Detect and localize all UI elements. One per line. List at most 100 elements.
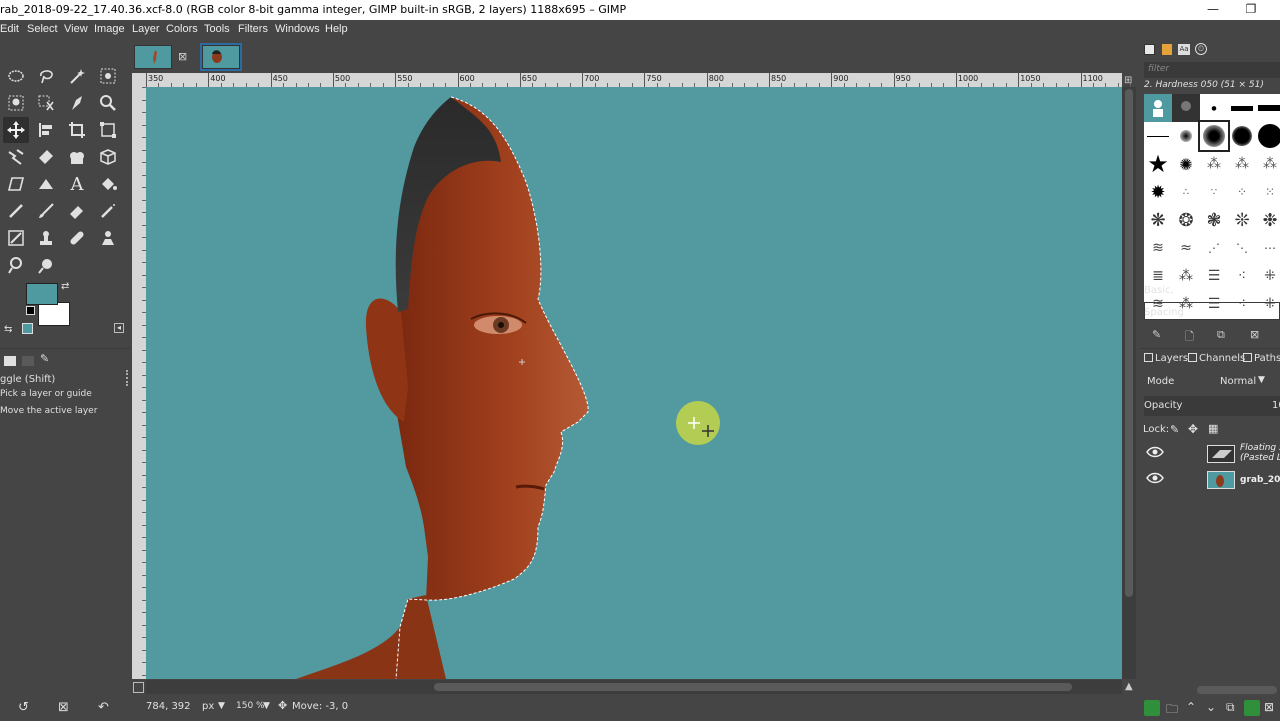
lock-position-icon[interactable]: ✥ xyxy=(1188,422,1198,436)
tab-channels[interactable]: Channels xyxy=(1199,353,1245,364)
text-tool[interactable]: A xyxy=(64,171,90,197)
zoom-fit-icon[interactable]: ▲ xyxy=(1125,681,1133,692)
brush-texture-10[interactable]: ❉ xyxy=(1256,206,1280,234)
mypaint-brush-tool[interactable] xyxy=(3,225,29,251)
lock-pixels-icon[interactable]: ✎ xyxy=(1170,423,1179,436)
brush-clipboard-mask[interactable] xyxy=(1172,94,1200,122)
bucket-fill-tool[interactable] xyxy=(95,171,121,197)
menu-edit[interactable]: Edit xyxy=(0,23,19,35)
fuzzy-select-tool[interactable] xyxy=(64,63,90,89)
shear-tool[interactable] xyxy=(3,171,29,197)
flip-tool[interactable] xyxy=(33,171,59,197)
restore-button[interactable]: ❐ xyxy=(1228,0,1274,20)
delete-brush-icon[interactable]: ⊠ xyxy=(1250,328,1259,341)
perspective-tool[interactable] xyxy=(95,144,121,170)
brush-texture-5[interactable]: ⁙ xyxy=(1256,178,1280,206)
menu-colors[interactable]: Colors xyxy=(166,23,198,35)
horizontal-scroll-thumb[interactable] xyxy=(434,683,1072,691)
resize-handle[interactable] xyxy=(126,370,130,386)
default-colors-icon[interactable] xyxy=(26,306,35,315)
cage-transform-tool[interactable] xyxy=(64,144,90,170)
brush-texture-7[interactable]: ❂ xyxy=(1172,206,1200,234)
layer-row[interactable]: grab_20 xyxy=(1140,468,1280,492)
layer-row[interactable]: Floating S (Pasted L xyxy=(1140,442,1280,466)
brush-hard-large[interactable] xyxy=(1256,122,1280,150)
brush-texture-3[interactable]: ∵ xyxy=(1200,178,1228,206)
duplicate-layer-icon[interactable]: ⧉ xyxy=(1226,700,1235,715)
mode-select[interactable]: Normal xyxy=(1220,376,1256,387)
new-brush-icon[interactable]: 🗋 xyxy=(1185,328,1194,347)
menu-windows[interactable]: Windows xyxy=(275,23,320,35)
opacity-slider[interactable]: Opacity 10 xyxy=(1144,396,1280,416)
brush-texture-8[interactable]: ❃ xyxy=(1200,206,1228,234)
document-history-icon[interactable]: ⏲ xyxy=(1195,43,1207,55)
duplicate-brush-icon[interactable]: ⧉ xyxy=(1217,328,1225,342)
zoom-tool[interactable] xyxy=(95,90,121,116)
brush-sponge[interactable]: ⁂ xyxy=(1256,150,1280,178)
brush-texture-9[interactable]: ❊ xyxy=(1228,206,1256,234)
lock-alpha-icon[interactable]: ▦ xyxy=(1208,422,1218,435)
unified-transform-tool[interactable] xyxy=(95,117,121,143)
tab-layers[interactable]: Layers xyxy=(1155,353,1188,364)
menu-help[interactable]: Help xyxy=(325,23,348,35)
free-select-tool[interactable] xyxy=(33,63,59,89)
image-tab-1[interactable] xyxy=(134,45,172,69)
zoom-chevron-icon[interactable]: ▼ xyxy=(263,701,270,711)
smudge-tool[interactable] xyxy=(3,252,29,278)
eraser-tool[interactable] xyxy=(64,198,90,224)
quick-mask-toggle[interactable] xyxy=(133,682,144,693)
brush-texture-18[interactable]: ☰ xyxy=(1200,262,1228,290)
vertical-scrollbar[interactable] xyxy=(1122,87,1136,679)
eye-icon[interactable] xyxy=(1146,446,1164,458)
pencil-tool[interactable] xyxy=(3,198,29,224)
spacing-slider[interactable] xyxy=(1144,302,1280,320)
brush-tag-field[interactable]: Basic, xyxy=(1144,285,1174,296)
configure-icon[interactable]: ◂ xyxy=(114,323,124,333)
paths-tab-icon[interactable]: ✎ xyxy=(40,352,49,365)
unit-select[interactable]: px xyxy=(202,701,214,712)
brush-filter-input[interactable]: filter xyxy=(1144,62,1280,78)
lower-layer-icon[interactable]: ⌄ xyxy=(1206,700,1216,714)
airbrush-tool[interactable] xyxy=(95,198,121,224)
paintbrush-tool[interactable] xyxy=(33,198,59,224)
brush-texture-12[interactable]: ≈ xyxy=(1172,234,1200,262)
brush-texture-11[interactable]: ≋ xyxy=(1144,234,1172,262)
vertical-scroll-thumb[interactable] xyxy=(1125,89,1133,597)
brush-hard-medium[interactable] xyxy=(1228,122,1256,150)
tool-options-tab-icon[interactable] xyxy=(4,356,16,366)
menu-layer[interactable]: Layer xyxy=(132,23,160,35)
brush-pixel[interactable]: ● xyxy=(1200,94,1228,122)
brush-hardness-050[interactable] xyxy=(1198,120,1230,152)
restore-options-button[interactable]: ↺ xyxy=(18,700,29,715)
brush-texture-13[interactable]: ⋰ xyxy=(1200,234,1228,262)
horizontal-scrollbar[interactable] xyxy=(146,680,1122,694)
device-status-tab-icon[interactable] xyxy=(22,356,34,366)
brush-texture-4[interactable]: ⁘ xyxy=(1228,178,1256,206)
brush-soft-small[interactable] xyxy=(1172,122,1200,150)
paths-tool[interactable] xyxy=(64,90,90,116)
raise-layer-icon[interactable]: ⌃ xyxy=(1186,700,1196,714)
brush-block-wide[interactable] xyxy=(1228,94,1256,122)
background-color-swatch[interactable] xyxy=(38,302,70,326)
brush-grunge[interactable]: ⁂ xyxy=(1228,150,1256,178)
move-tool[interactable] xyxy=(3,117,29,143)
warp-transform-tool[interactable] xyxy=(3,144,29,170)
foreground-select-tool[interactable] xyxy=(3,90,29,116)
reset-options-button[interactable]: ↶ xyxy=(98,700,109,715)
menu-image[interactable]: Image xyxy=(94,23,125,35)
tab-paths[interactable]: Paths xyxy=(1254,353,1280,364)
heal-tool[interactable] xyxy=(64,225,90,251)
new-layer-button[interactable] xyxy=(1144,700,1160,716)
delete-options-button[interactable]: ⊠ xyxy=(58,700,69,715)
brush-clipboard-image[interactable] xyxy=(1144,94,1172,122)
patterns-tab-icon[interactable] xyxy=(1162,44,1172,55)
clone-tool[interactable] xyxy=(33,225,59,251)
menu-select[interactable]: Select xyxy=(27,23,58,35)
foreground-color-swatch[interactable] xyxy=(26,283,58,305)
layers-tab-icon[interactable] xyxy=(1144,353,1153,362)
handle-transform-tool[interactable] xyxy=(33,144,59,170)
paths-tab-icon-right[interactable] xyxy=(1243,353,1252,362)
eye-icon[interactable] xyxy=(1146,472,1164,484)
edit-brush-icon[interactable]: ✎ xyxy=(1152,328,1161,341)
menu-view[interactable]: View xyxy=(64,23,88,35)
